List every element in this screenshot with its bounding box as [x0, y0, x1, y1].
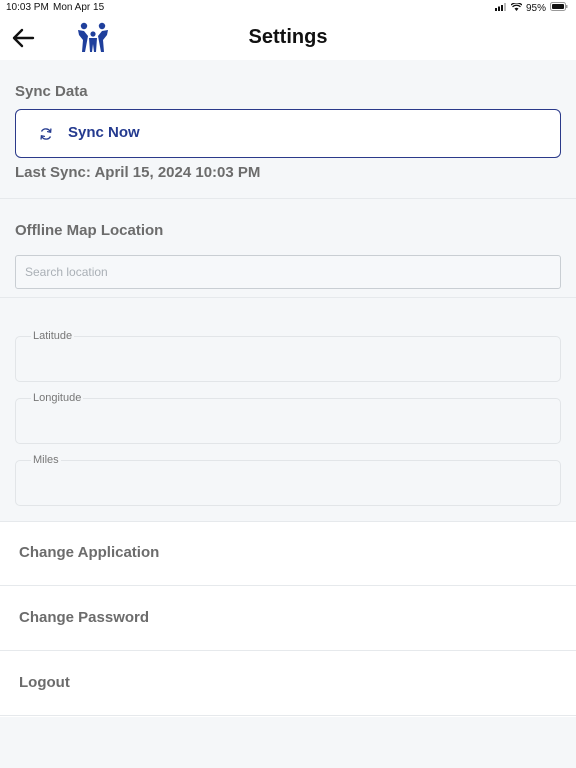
latitude-field[interactable]: Latitude	[15, 330, 561, 382]
search-location-input[interactable]	[15, 255, 561, 289]
logout-item[interactable]: Logout	[0, 651, 576, 716]
battery-percent: 95%	[525, 2, 546, 14]
latitude-label: Latitude	[31, 330, 75, 342]
last-sync-text: Last Sync: April 15, 2024 10:03 PM	[15, 164, 261, 181]
change-password-label: Change Password	[19, 609, 150, 626]
nav-bar: Settings	[0, 16, 576, 60]
status-time: 10:03 PM	[6, 2, 49, 13]
status-date: Mon Apr 15	[53, 2, 105, 13]
change-application-item[interactable]: Change Application	[0, 521, 576, 586]
divider	[0, 198, 576, 199]
change-password-item[interactable]: Change Password	[0, 586, 576, 651]
miles-label: Miles	[31, 454, 61, 466]
sync-section-title: Sync Data	[15, 83, 88, 100]
settings-menu: Change Application Change Password Logou…	[0, 521, 576, 717]
page-title: Settings	[248, 26, 328, 48]
wifi-icon	[510, 1, 523, 14]
status-bar: 10:03 PM Mon Apr 15 95%	[0, 0, 576, 16]
longitude-field[interactable]: Longitude	[15, 392, 561, 444]
offline-map-section-title: Offline Map Location	[15, 222, 164, 239]
sync-now-button[interactable]: Sync Now	[15, 109, 561, 158]
battery-icon	[550, 2, 568, 14]
miles-field[interactable]: Miles	[15, 454, 561, 506]
change-application-label: Change Application	[19, 544, 160, 561]
longitude-label: Longitude	[31, 392, 84, 404]
sync-icon	[40, 128, 52, 140]
divider	[0, 297, 576, 298]
logout-label: Logout	[19, 674, 70, 691]
status-indicators: 95%	[494, 1, 568, 14]
sync-now-label: Sync Now	[68, 124, 140, 141]
signal-icon	[494, 2, 507, 14]
